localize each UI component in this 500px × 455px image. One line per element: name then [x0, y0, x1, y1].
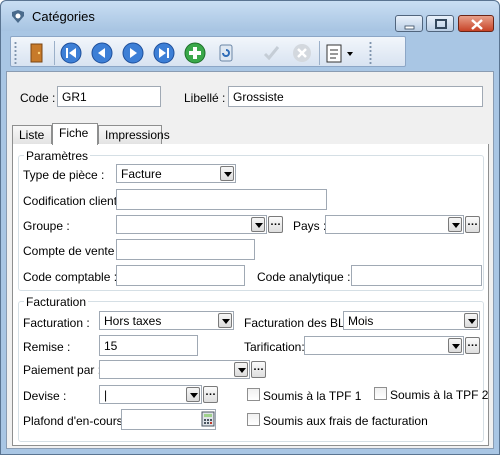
- chevron-down-icon[interactable]: [448, 217, 462, 232]
- tab-liste[interactable]: Liste: [12, 125, 52, 144]
- plafond-label: Plafond d'en-cours:: [23, 414, 127, 428]
- code-input[interactable]: GR1: [57, 86, 161, 107]
- groupe-select[interactable]: [116, 215, 267, 234]
- code-comptable-label: Code comptable :: [23, 270, 118, 284]
- tab-panel-fiche: Paramètres Type de pièce : Facture Codif…: [12, 144, 489, 446]
- tarification-browse-button[interactable]: …: [465, 337, 480, 354]
- pays-select[interactable]: [325, 215, 464, 234]
- compte-vente-label: Compte de vente :: [23, 244, 122, 258]
- next-record-icon[interactable]: [121, 41, 145, 65]
- refresh-record-icon[interactable]: [214, 41, 238, 65]
- chevron-down-icon[interactable]: [220, 166, 234, 181]
- tarification-select[interactable]: [304, 336, 464, 355]
- code-analytique-label: Code analytique :: [257, 270, 351, 284]
- toolbar-separator: [319, 41, 320, 65]
- chevron-down-icon[interactable]: [186, 387, 200, 402]
- toolbar-separator: [54, 41, 55, 65]
- facturation-select[interactable]: Hors taxes: [99, 311, 234, 330]
- app-icon: [12, 10, 24, 23]
- parametres-title: Paramètres: [24, 149, 91, 163]
- devise-label: Devise :: [23, 389, 67, 403]
- maximize-button[interactable]: [426, 15, 454, 32]
- codification-label: Codification client :: [23, 194, 124, 208]
- last-record-icon[interactable]: [152, 41, 176, 65]
- tpf2-label: Soumis à la TPF 2: [390, 388, 489, 402]
- close-icon: [471, 19, 483, 30]
- toolbar: [10, 36, 406, 67]
- door-exit-icon[interactable]: [25, 41, 49, 65]
- facturation-bl-select[interactable]: Mois: [343, 311, 480, 330]
- code-label: Code :: [20, 91, 56, 105]
- toolbar-grip[interactable]: [369, 41, 372, 65]
- first-record-icon[interactable]: [59, 41, 83, 65]
- type-piece-select[interactable]: Facture: [116, 164, 236, 183]
- chevron-down-icon[interactable]: [464, 313, 478, 328]
- frais-checkbox[interactable]: [247, 413, 260, 426]
- tpf1-checkbox[interactable]: [247, 388, 260, 401]
- devise-select[interactable]: |: [99, 385, 202, 404]
- code-comptable-input[interactable]: [116, 265, 245, 286]
- add-record-icon[interactable]: [183, 41, 207, 65]
- toolbar-grip[interactable]: [14, 41, 17, 65]
- tab-fiche[interactable]: Fiche: [52, 123, 98, 145]
- tpf1-label: Soumis à la TPF 1: [263, 389, 362, 403]
- groupe-browse-button[interactable]: …: [268, 216, 283, 233]
- code-analytique-input[interactable]: [351, 265, 482, 286]
- minimize-button[interactable]: [395, 15, 423, 32]
- paiement-label: Paiement par :: [23, 363, 102, 377]
- cancel-icon[interactable]: [290, 41, 314, 65]
- form-area: Code : GR1 Libellé : Grossiste Liste Fic…: [6, 71, 494, 449]
- remise-label: Remise :: [23, 340, 71, 354]
- previous-record-icon[interactable]: [90, 41, 114, 65]
- report-menu-icon[interactable]: [325, 41, 359, 65]
- chevron-down-icon[interactable]: [234, 362, 248, 377]
- groupe-label: Groupe :: [23, 219, 70, 233]
- pays-label: Pays :: [293, 219, 327, 233]
- compte-vente-input[interactable]: [116, 239, 255, 260]
- remise-input[interactable]: 15: [99, 335, 198, 356]
- paiement-browse-button[interactable]: …: [251, 361, 266, 378]
- window: Catégories Code: GR1 Libellé: Grossist…: [0, 0, 500, 455]
- pays-browse-button[interactable]: …: [465, 216, 480, 233]
- facturation-title: Facturation: [24, 295, 89, 309]
- libelle-label: Libellé :: [184, 91, 226, 105]
- frais-label: Soumis aux frais de facturation: [263, 414, 428, 428]
- chevron-down-icon[interactable]: [448, 338, 462, 353]
- minimize-icon: [404, 25, 415, 30]
- facturation-label: Facturation :: [23, 316, 90, 330]
- devise-browse-button[interactable]: …: [203, 386, 218, 403]
- codification-input[interactable]: [116, 189, 327, 210]
- chevron-down-icon[interactable]: [251, 217, 265, 232]
- chevron-down-icon[interactable]: [218, 313, 232, 328]
- tarification-label: Tarification:: [244, 340, 305, 354]
- title-bar[interactable]: Catégories: [1, 1, 499, 32]
- close-button[interactable]: [458, 15, 494, 32]
- maximize-icon: [435, 19, 447, 29]
- tab-impressions[interactable]: Impressions: [98, 125, 170, 144]
- window-title: Catégories: [32, 9, 95, 24]
- calculator-icon[interactable]: [201, 411, 215, 427]
- validate-icon[interactable]: [259, 41, 283, 65]
- type-piece-label: Type de pièce :: [23, 168, 105, 182]
- tpf2-checkbox[interactable]: [374, 387, 387, 400]
- facturation-bl-label: Facturation des BL :: [244, 316, 351, 330]
- paiement-select[interactable]: [99, 360, 250, 379]
- libelle-input[interactable]: Grossiste: [228, 86, 483, 107]
